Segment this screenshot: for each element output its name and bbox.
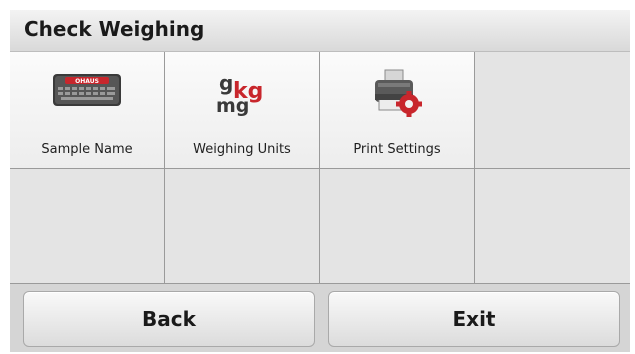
menu-item-label: Sample Name xyxy=(41,142,133,157)
keyboard-brand-text: OHAUS xyxy=(75,78,99,85)
unit-mg-text: mg xyxy=(216,95,249,116)
check-weighing-screen: Check Weighing OHAUS Sample Name g kg mg… xyxy=(10,10,630,352)
page-title: Check Weighing xyxy=(24,17,205,41)
empty-cell xyxy=(475,169,630,284)
weighing-units-icon: g kg mg xyxy=(165,68,319,116)
empty-cell xyxy=(10,169,165,284)
back-button[interactable]: Back xyxy=(23,291,315,347)
menu-grid: OHAUS Sample Name g kg mg Weighing Units… xyxy=(10,52,630,284)
title-bar: Check Weighing xyxy=(10,10,630,52)
exit-button[interactable]: Exit xyxy=(328,291,620,347)
keyboard-icon: OHAUS xyxy=(10,68,164,116)
menu-item-label: Print Settings xyxy=(353,142,441,157)
menu-item-print-settings[interactable]: Print Settings xyxy=(320,52,475,169)
empty-cell xyxy=(165,169,320,284)
printer-settings-icon xyxy=(320,68,474,117)
menu-item-label: Weighing Units xyxy=(193,142,291,157)
menu-item-weighing-units[interactable]: g kg mg Weighing Units xyxy=(165,52,320,169)
unit-g-text: g xyxy=(219,71,233,95)
menu-item-sample-name[interactable]: OHAUS Sample Name xyxy=(10,52,165,169)
button-bar: Back Exit xyxy=(10,284,630,352)
empty-cell xyxy=(320,169,475,284)
empty-cell xyxy=(475,52,630,169)
